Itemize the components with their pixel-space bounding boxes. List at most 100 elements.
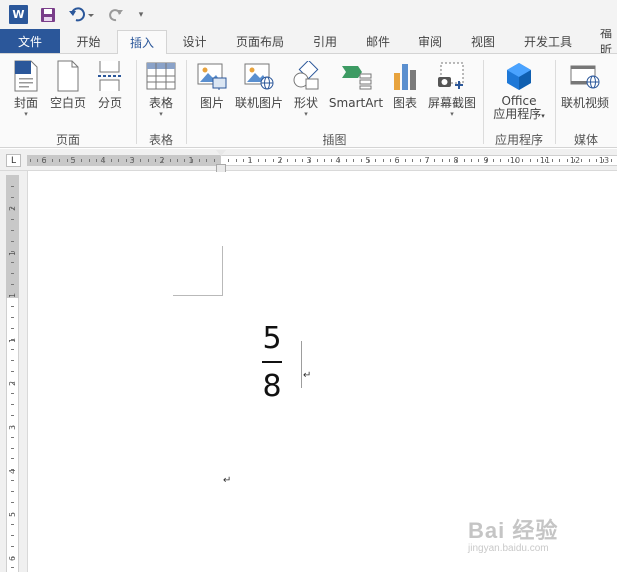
ruler-tick xyxy=(11,513,14,514)
ruler-tick xyxy=(103,159,104,162)
screenshot-icon xyxy=(436,60,468,92)
chevron-down-icon: ▾ xyxy=(24,110,28,118)
office-apps-button[interactable]: Office 应用程序▾ xyxy=(487,60,551,123)
ruler-tick xyxy=(118,159,119,162)
ruler-tick xyxy=(258,159,259,162)
tab-review[interactable]: 审阅 xyxy=(404,29,456,53)
ruler-tick xyxy=(37,159,38,162)
picture-icon xyxy=(196,60,228,92)
ruler-tick xyxy=(199,159,200,162)
tab-home[interactable]: 开始 xyxy=(60,29,117,53)
cover-page-icon xyxy=(10,60,42,92)
ruler-tick xyxy=(11,415,14,416)
ruler-tick xyxy=(11,328,14,329)
page-break-label: 分页 xyxy=(97,96,122,110)
group-label-tables: 表格 xyxy=(148,133,173,147)
ruler-tick xyxy=(250,159,251,162)
blank-page-icon xyxy=(52,60,84,92)
ruler-tick xyxy=(537,159,538,162)
office-apps-label-line2: 应用程序 xyxy=(493,107,542,121)
ruler-tick xyxy=(508,159,509,162)
tab-insert[interactable]: 插入 xyxy=(117,30,167,54)
ruler-tick xyxy=(11,197,14,198)
ruler-tick xyxy=(126,159,127,162)
ruler-tick xyxy=(11,360,14,361)
ruler-tick xyxy=(148,159,149,162)
ruler-tick xyxy=(192,159,193,162)
ruler-tick xyxy=(11,437,14,438)
ruler-tick xyxy=(11,567,14,568)
equation-handle[interactable] xyxy=(301,341,302,388)
margin-corner-marker xyxy=(173,295,223,296)
tab-mailings[interactable]: 邮件 xyxy=(352,29,404,53)
picture-button[interactable]: 图片 xyxy=(195,60,229,110)
tab-selector-button[interactable]: L xyxy=(6,154,21,167)
ruler-number: 3 xyxy=(6,421,19,433)
tab-foxit[interactable]: 福昕 xyxy=(586,29,617,53)
page-break-button[interactable]: 分页 xyxy=(93,60,127,110)
ruler-tick xyxy=(331,159,332,162)
undo-icon[interactable] xyxy=(68,5,96,24)
ruler-tick xyxy=(456,159,457,162)
ruler-tick xyxy=(361,159,362,162)
shapes-button[interactable]: 形状 ▾ xyxy=(289,60,323,119)
table-button[interactable]: 表格 ▾ xyxy=(143,60,179,119)
ruler-tick xyxy=(155,159,156,162)
ruler-tick xyxy=(478,159,479,162)
tab-design[interactable]: 设计 xyxy=(167,29,222,53)
ruler-tick xyxy=(11,371,14,372)
ruler-tick xyxy=(162,159,163,162)
fraction-denominator[interactable]: 8 xyxy=(259,366,285,408)
tab-file[interactable]: 文件 xyxy=(0,29,60,53)
ruler-tick xyxy=(287,159,288,162)
ruler-tick xyxy=(324,159,325,162)
tab-developer[interactable]: 开发工具 xyxy=(510,29,586,53)
ruler-tick xyxy=(74,159,75,162)
online-picture-button[interactable]: 联机图片 xyxy=(234,60,284,110)
cover-page-button[interactable]: 封面 ▾ xyxy=(8,60,44,119)
ruler-tick xyxy=(11,535,14,536)
redo-icon[interactable] xyxy=(108,5,124,24)
ruler-tick xyxy=(11,219,14,220)
screenshot-button[interactable]: 屏幕截图 ▾ xyxy=(427,60,477,119)
ruler-tick xyxy=(405,159,406,162)
ruler-tick xyxy=(11,404,14,405)
ruler-tick xyxy=(280,159,281,162)
first-line-indent-marker[interactable] xyxy=(216,150,226,156)
ruler-tick xyxy=(295,159,296,162)
tab-references[interactable]: 引用 xyxy=(298,29,352,53)
chevron-down-icon: ▾ xyxy=(450,110,454,118)
page-break-icon xyxy=(94,60,126,92)
shapes-icon xyxy=(290,60,322,92)
smartart-button[interactable]: SmartArt xyxy=(328,60,384,110)
ruler-tick xyxy=(11,186,14,187)
ruler-tick xyxy=(265,159,266,162)
ruler-tick xyxy=(412,159,413,162)
group-label-media: 媒体 xyxy=(573,133,598,147)
ruler-tick xyxy=(59,159,60,162)
tab-view[interactable]: 视图 xyxy=(456,29,510,53)
ruler-tick xyxy=(11,382,14,383)
ruler-tick xyxy=(228,159,229,162)
office-apps-label: Office 应用程序▾ xyxy=(493,95,545,123)
ruler-tick xyxy=(346,159,347,162)
ruler-tick xyxy=(11,251,14,252)
ruler-tick xyxy=(273,159,274,162)
tab-page-layout[interactable]: 页面布局 xyxy=(222,29,298,53)
ruler-tick xyxy=(611,159,612,162)
smartart-label: SmartArt xyxy=(328,96,384,110)
save-icon[interactable] xyxy=(40,5,56,24)
blank-page-button[interactable]: 空白页 xyxy=(50,60,86,110)
ruler-tick xyxy=(177,159,178,162)
ruler-tick xyxy=(11,491,14,492)
customize-icon[interactable]: ▾ xyxy=(136,5,146,24)
chart-button[interactable]: 图表 xyxy=(388,60,422,110)
ruler-number: 5 xyxy=(6,508,19,520)
ruler-tick xyxy=(383,159,384,162)
fraction-numerator[interactable]: 5 xyxy=(259,318,285,360)
ruler-tick xyxy=(420,159,421,162)
ruler-tick xyxy=(589,159,590,162)
vertical-ruler-margin xyxy=(6,175,19,298)
ruler-number: 1 xyxy=(188,156,194,165)
online-video-button[interactable]: 联机视频 xyxy=(559,60,611,110)
